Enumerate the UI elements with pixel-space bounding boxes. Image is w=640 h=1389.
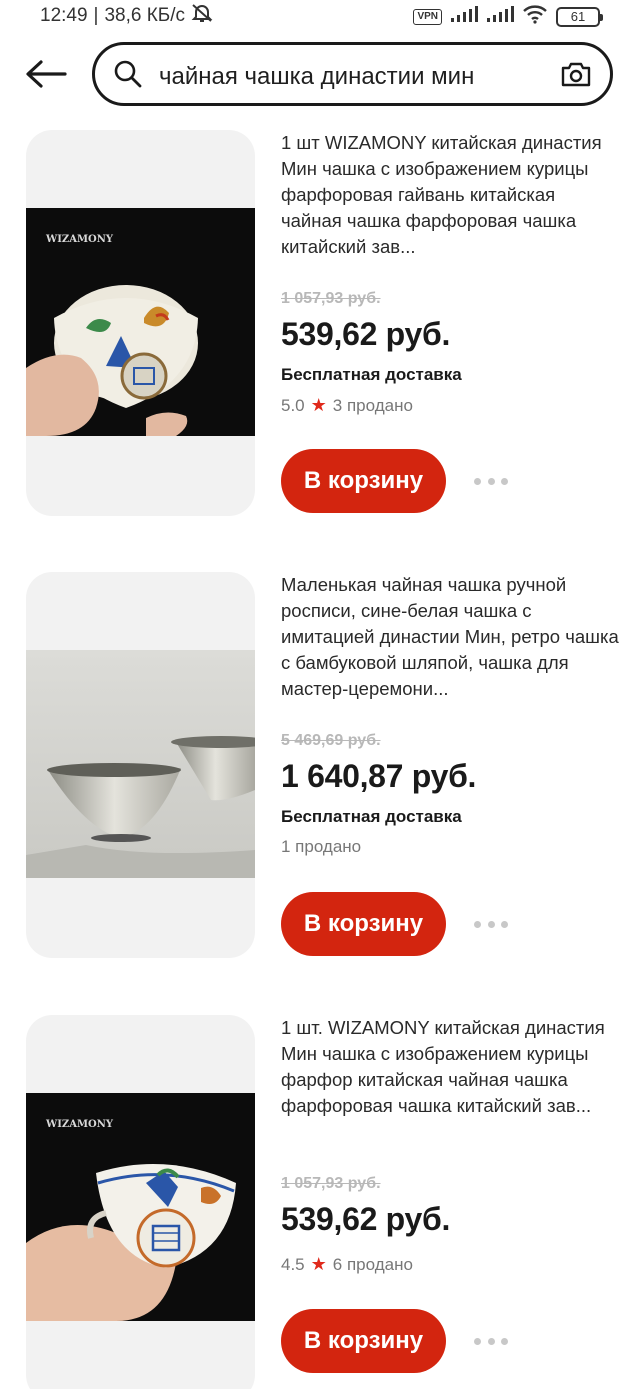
search-query: чайная чашка династии мин bbox=[159, 63, 475, 90]
vpn-icon: VPN bbox=[413, 9, 442, 25]
product-card[interactable]: WIZAMONY 1 шт. WIZAMONY китайская династ… bbox=[0, 1015, 640, 1389]
back-button[interactable] bbox=[24, 54, 68, 94]
rating-sold: 4.5 ★ 6 продано bbox=[281, 1254, 621, 1275]
product-image[interactable]: WIZAMONY bbox=[26, 1015, 255, 1389]
star-icon: ★ bbox=[310, 395, 327, 415]
price: 539,62 руб. bbox=[281, 1201, 451, 1237]
add-to-cart-button[interactable]: В корзину bbox=[281, 892, 446, 956]
product-image[interactable]: WIZAMONY bbox=[26, 130, 255, 516]
product-title[interactable]: Маленькая чайная чашка ручной росписи, с… bbox=[281, 572, 621, 702]
more-options-icon[interactable] bbox=[474, 471, 508, 491]
star-icon: ★ bbox=[310, 1254, 327, 1274]
rating-sold: 1 продано bbox=[281, 837, 621, 857]
wifi-icon bbox=[522, 4, 548, 30]
product-photo bbox=[26, 650, 255, 878]
add-to-cart-button[interactable]: В корзину bbox=[281, 1309, 446, 1373]
old-price: 1 057,93 руб. bbox=[281, 290, 381, 307]
add-to-cart-button[interactable]: В корзину bbox=[281, 449, 446, 513]
rating-value: 5.0 bbox=[281, 395, 305, 415]
battery-icon: 61 bbox=[556, 7, 603, 27]
product-title[interactable]: 1 шт. WIZAMONY китайская династия Мин ча… bbox=[281, 1015, 621, 1145]
sold-count: 1 продано bbox=[281, 837, 362, 856]
product-title[interactable]: 1 шт WIZAMONY китайская династия Мин чаш… bbox=[281, 130, 621, 260]
old-price: 5 469,69 руб. bbox=[281, 732, 381, 749]
search-icon bbox=[114, 60, 142, 88]
status-bar: 12:49 | 38,6 КБ/с VPN 61 bbox=[0, 0, 640, 32]
sold-count: 6 продано bbox=[332, 1254, 413, 1274]
alarm-off-icon bbox=[191, 3, 213, 29]
rating-sold: 5.0 ★ 3 продано bbox=[281, 395, 621, 416]
signal-icon bbox=[486, 5, 514, 29]
rating-value: 4.5 bbox=[281, 1254, 305, 1274]
product-card[interactable]: Маленькая чайная чашка ручной росписи, с… bbox=[0, 572, 640, 972]
more-options-icon[interactable] bbox=[474, 1331, 508, 1351]
product-photo: WIZAMONY bbox=[26, 208, 255, 436]
brand-watermark: WIZAMONY bbox=[45, 1119, 114, 1130]
signal-icon bbox=[450, 5, 478, 29]
arrow-left-icon bbox=[26, 60, 67, 88]
shipping-label: Бесплатная доставка bbox=[281, 807, 462, 826]
old-price: 1 057,93 руб. bbox=[281, 1175, 381, 1192]
search-header: чайная чашка династии мин bbox=[0, 40, 640, 108]
product-card[interactable]: WIZAMONY 1 шт WIZAMONY китайская династи… bbox=[0, 130, 640, 530]
product-photo: WIZAMONY bbox=[26, 1093, 255, 1321]
network-speed: 38,6 КБ/с bbox=[104, 5, 186, 26]
product-image[interactable] bbox=[26, 572, 255, 958]
status-time: 12:49 bbox=[40, 5, 88, 26]
price: 539,62 руб. bbox=[281, 316, 451, 352]
more-options-icon[interactable] bbox=[474, 914, 508, 934]
search-input[interactable]: чайная чашка династии мин bbox=[92, 42, 613, 106]
camera-icon[interactable] bbox=[560, 59, 592, 89]
price: 1 640,87 руб. bbox=[281, 758, 477, 794]
sold-count: 3 продано bbox=[332, 395, 413, 415]
brand-watermark: WIZAMONY bbox=[45, 234, 114, 245]
shipping-label: Бесплатная доставка bbox=[281, 365, 462, 384]
